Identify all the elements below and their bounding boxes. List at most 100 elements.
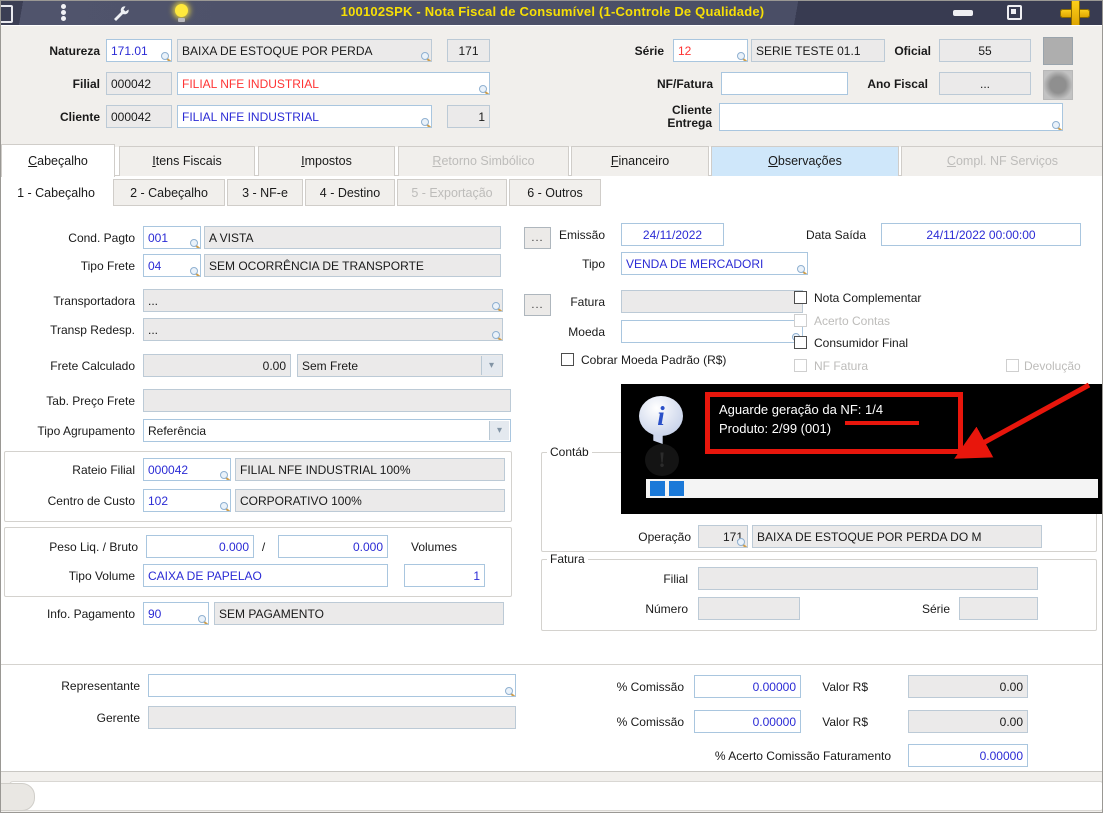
tab-itens-fiscais[interactable]: Itens Fiscais — [119, 146, 255, 176]
cliente-entrega-field[interactable] — [719, 103, 1063, 131]
tipo-label: Tipo — [582, 256, 605, 271]
transportadora-field[interactable]: ... — [143, 289, 503, 312]
tab-preco-frete-label: Tab. Preço Frete — [46, 393, 135, 408]
rateio-filial-label: Rateio Filial — [72, 462, 135, 477]
frete-calculado-field: 0.00 — [143, 354, 291, 377]
nf-fatura-field[interactable] — [721, 72, 848, 95]
chevron-down-icon[interactable]: ▾ — [489, 421, 509, 440]
data-saida-field[interactable]: 24/11/2022 00:00:00 — [881, 223, 1081, 246]
info-pagamento-code-field[interactable]: 90 — [143, 602, 209, 625]
stamp-icon[interactable] — [1043, 70, 1073, 100]
progress-popup: i ! Aguarde geração da NF: 1/4 Produto: … — [621, 384, 1102, 514]
tipo-agrupamento-label: Tipo Agrupamento — [37, 423, 135, 438]
subtab-6-outros[interactable]: 6 - Outros — [509, 179, 601, 206]
progress-bar — [646, 479, 1098, 498]
cliente-code-field: 000042 — [106, 105, 172, 128]
data-saida-label: Data Saída — [805, 227, 866, 242]
comissao2-label: % Comissão — [616, 714, 684, 729]
nf-fatura-check-label: NF Fatura — [814, 358, 869, 373]
acerto-contas-label: Acerto Contas — [814, 313, 891, 328]
centro-custo-desc-field: CORPORATIVO 100% — [235, 489, 505, 512]
cliente-desc-field[interactable]: FILIAL NFE INDUSTRIAL — [177, 105, 432, 128]
centro-custo-code-field[interactable]: 102 — [143, 489, 231, 512]
natureza-desc-field: BAIXA DE ESTOQUE POR PERDA — [177, 39, 432, 62]
fatura-serie-label: Série — [921, 601, 950, 616]
contabil-group-label: Contáb — [547, 445, 592, 459]
progress-block — [669, 481, 684, 496]
frete-calculado-label: Frete Calculado — [50, 358, 135, 373]
tipo-frete-code-field[interactable]: 04 — [143, 254, 201, 277]
volumes-qty-field[interactable]: 1 — [404, 564, 485, 587]
tab-impostos[interactable]: Impostos — [258, 146, 395, 176]
chevron-down-icon[interactable]: ▾ — [481, 356, 501, 375]
nota-complementar-checkbox[interactable] — [794, 291, 807, 304]
subtab-1-cabecalho[interactable]: 1 - Cabeçalho — [1, 179, 111, 206]
nf-fatura-label: NF/Fatura — [656, 76, 713, 91]
acerto-comissao-field[interactable]: 0.00000 — [908, 744, 1028, 767]
cliente-loja-field: 1 — [447, 105, 490, 128]
volumes-label: Volumes — [411, 539, 458, 554]
oficial-field: 55 — [939, 39, 1031, 62]
emissao-field[interactable]: 24/11/2022 — [621, 223, 724, 246]
peso-liquido-field[interactable]: 0.000 — [146, 535, 254, 558]
peso-bruto-field[interactable]: 0.000 — [278, 535, 388, 558]
transp-redesp-label: Transp Redesp. — [50, 322, 135, 337]
filial-code-field: 000042 — [106, 72, 172, 95]
filial-desc-field[interactable]: FILIAL NFE INDUSTRIAL — [177, 72, 490, 95]
rateio-filial-code-field[interactable]: 000042 — [143, 458, 231, 481]
tipo-frete-desc-field: SEM OCORRÊNCIA DE TRANSPORTE — [204, 254, 501, 277]
nf-fatura-checkbox — [794, 359, 807, 372]
section-divider — [1, 664, 1102, 665]
nota-complementar-label: Nota Complementar — [814, 290, 922, 305]
gerente-field — [148, 706, 516, 729]
maximize-button[interactable] — [1007, 5, 1022, 20]
oficial-label: Oficial — [894, 43, 931, 58]
natureza-code-field[interactable]: 171.01 — [106, 39, 172, 62]
operacao-desc-field: BAIXA DE ESTOQUE POR PERDA DO M — [752, 525, 1042, 548]
tipo-volume-field[interactable]: CAIXA DE PAPELAO — [143, 564, 388, 587]
comissao2-pct-field[interactable]: 0.00000 — [694, 710, 801, 733]
tab-cabecalho[interactable]: Cabeçalho — [1, 144, 115, 177]
frete-tipo-dropdown[interactable]: Sem Frete ▾ — [297, 354, 503, 377]
acerto-comissao-label: % Acerto Comissão Faturamento — [714, 748, 891, 763]
tab-preco-frete-field — [143, 389, 511, 412]
cond-pagto-code-field[interactable]: 001 — [143, 226, 201, 249]
consumidor-final-checkbox[interactable] — [794, 336, 807, 349]
comissao1-pct-field[interactable]: 0.00000 — [694, 675, 801, 698]
transp-redesp-field[interactable]: ... — [143, 318, 503, 341]
representante-field[interactable] — [148, 674, 516, 697]
natureza-label: Natureza — [49, 43, 100, 58]
footer-pill — [1, 783, 35, 811]
ano-fiscal-field: ... — [939, 72, 1031, 95]
centro-custo-label: Centro de Custo — [47, 493, 135, 508]
info-pagamento-desc-field: SEM PAGAMENTO — [214, 602, 504, 625]
cond-pagto-label: Cond. Pagto — [68, 230, 135, 245]
fatura-label: Fatura — [570, 294, 605, 309]
progress-block — [650, 481, 665, 496]
window-title: 100102SPK - Nota Fiscal de Consumível (1… — [340, 4, 765, 19]
fatura-group-label: Fatura — [547, 552, 588, 566]
subtab-4-destino[interactable]: 4 - Destino — [305, 179, 395, 206]
cond-pagto-desc-field: A VISTA — [204, 226, 501, 249]
tab-financeiro[interactable]: Financeiro — [571, 146, 709, 176]
cobrar-moeda-checkbox[interactable] — [561, 353, 574, 366]
rateio-filial-desc-field: FILIAL NFE INDUSTRIAL 100% — [235, 458, 505, 481]
tipo-agrupamento-dropdown[interactable]: Referência ▾ — [143, 419, 511, 442]
minimize-button[interactable] — [953, 10, 973, 16]
tipo-field[interactable]: VENDA DE MERCADORI — [621, 252, 808, 275]
serie-desc-field: SERIE TESTE 01.1 — [751, 39, 885, 62]
fatura-field — [621, 290, 803, 313]
subtab-2-cabecalho[interactable]: 2 - Cabeçalho — [113, 179, 225, 206]
tab-observacoes[interactable]: Observações — [711, 146, 899, 176]
header-square-button[interactable] — [1043, 37, 1073, 65]
moeda-field[interactable] — [621, 320, 803, 343]
operacao-label: Operação — [638, 529, 691, 544]
peso-label: Peso Liq. / Bruto — [49, 539, 138, 554]
footer-bar — [9, 781, 1102, 811]
operacao-code-field[interactable]: 171 — [698, 525, 748, 548]
serie-code-field[interactable]: 12 — [673, 39, 748, 62]
subtab-3-nfe[interactable]: 3 - NF-e — [227, 179, 303, 206]
info-pagamento-label: Info. Pagamento — [46, 606, 135, 621]
cliente-label: Cliente — [59, 109, 100, 124]
consumidor-final-label: Consumidor Final — [814, 335, 909, 350]
